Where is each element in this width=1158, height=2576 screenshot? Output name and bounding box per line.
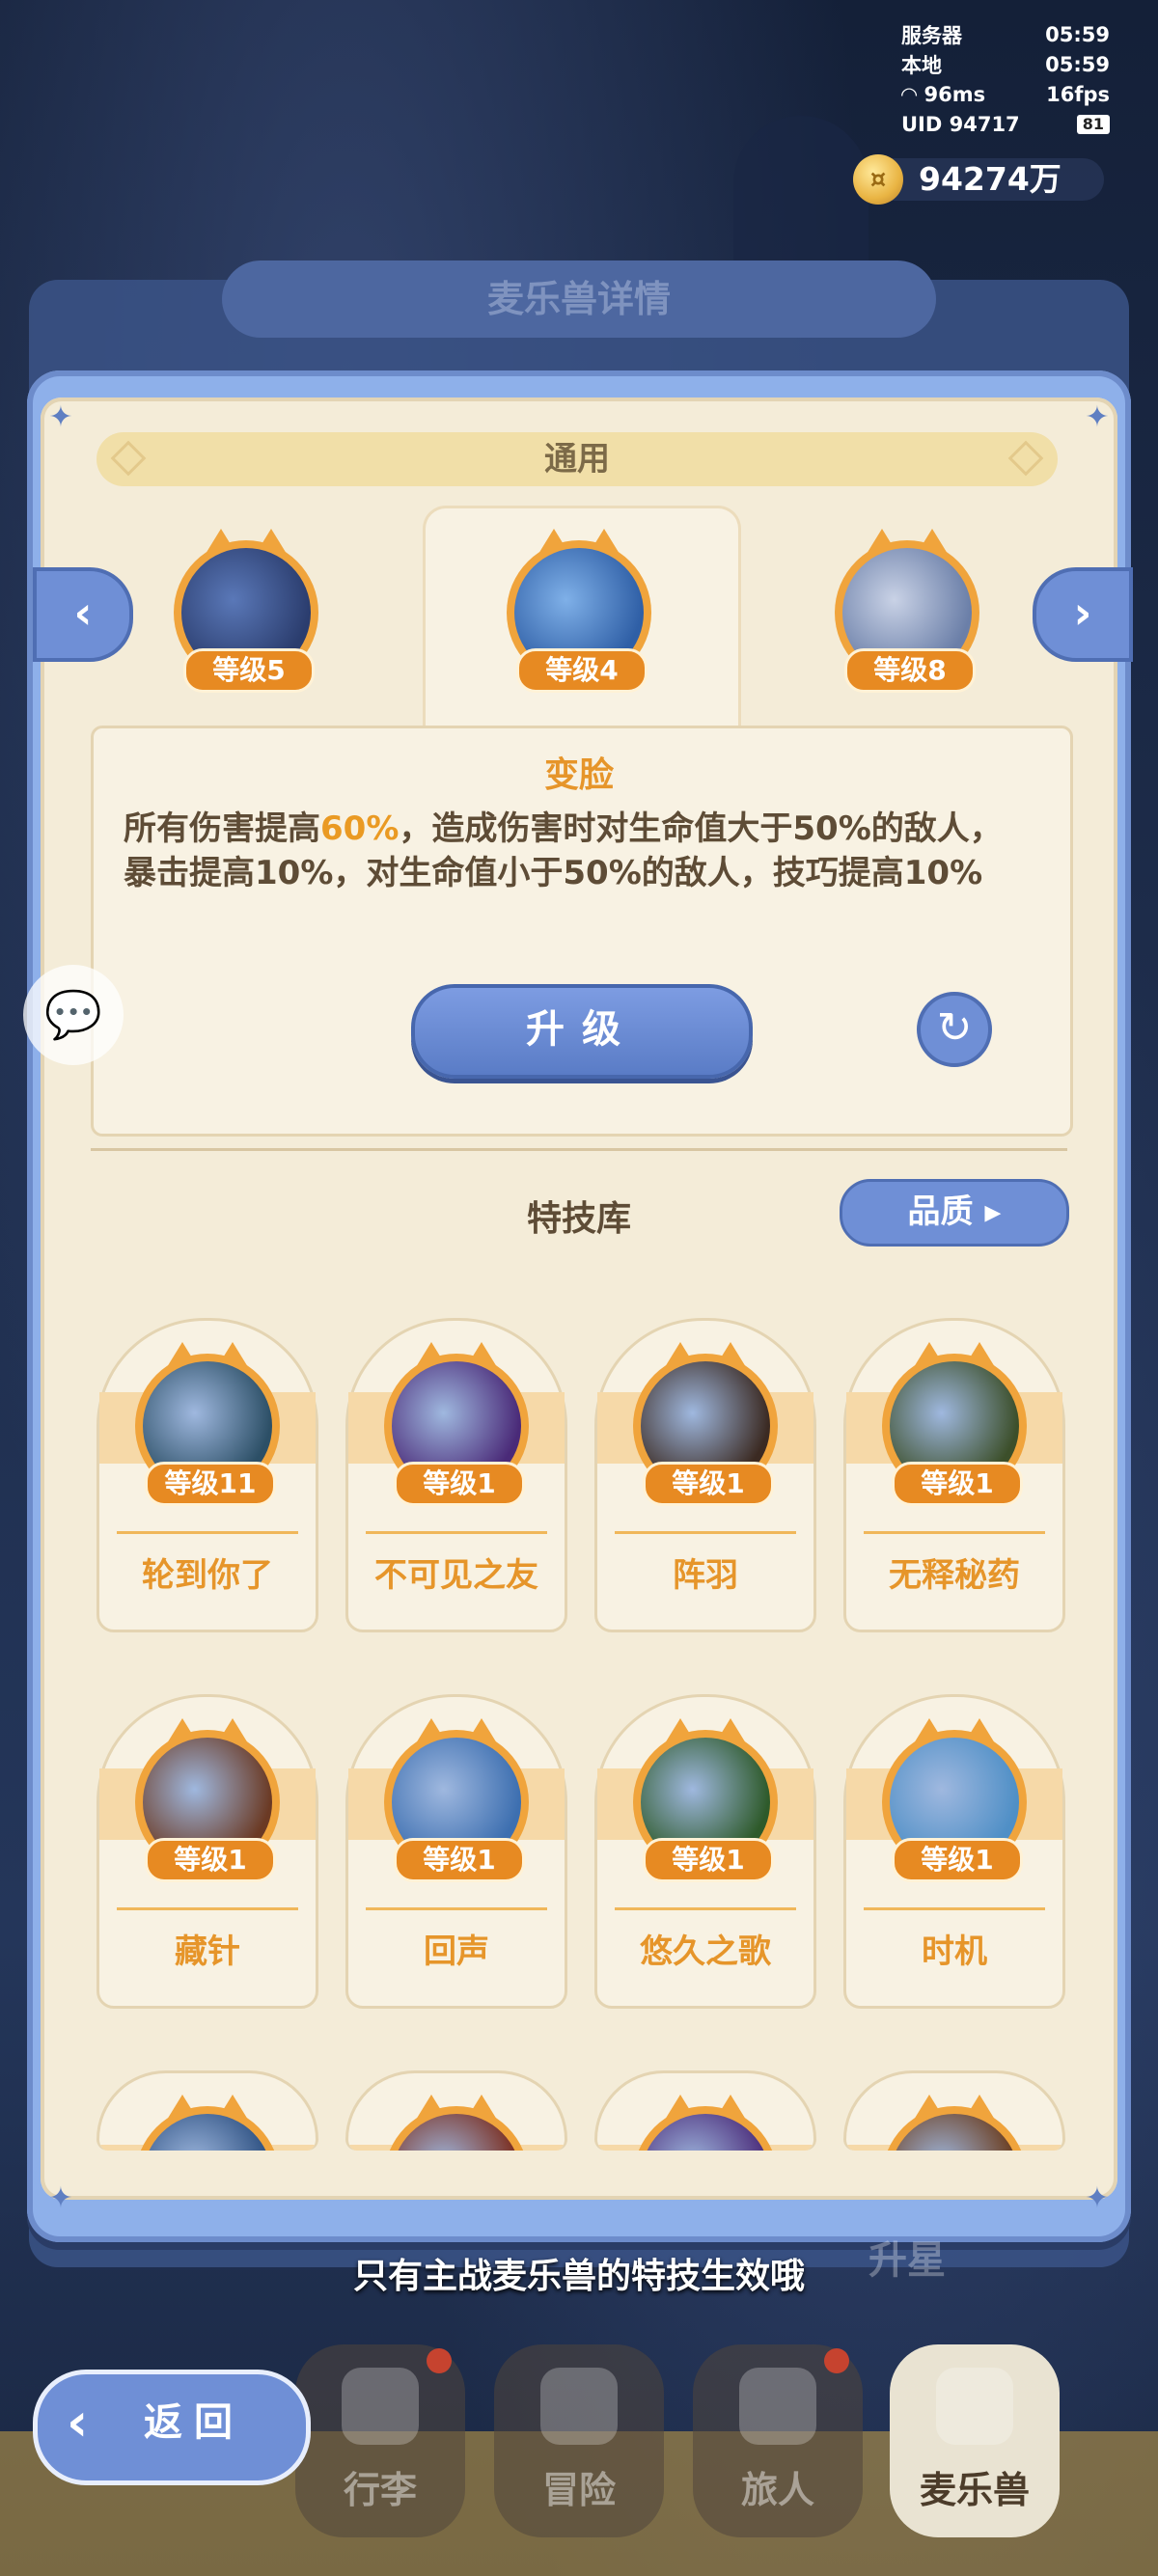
skill-card[interactable]	[96, 2070, 318, 2151]
quality-sort-button[interactable]: 品质 ▸	[840, 1179, 1069, 1247]
hint-text: 只有主战麦乐兽的特技生效哦	[352, 2257, 805, 2296]
diamond-icon	[110, 440, 147, 477]
skill-level-badge: 等级1	[394, 1462, 525, 1506]
corner-ornament-icon: ✦	[1085, 400, 1110, 434]
skill-card-name: 时机	[922, 1932, 987, 1971]
tab-label: 旅人	[740, 2469, 814, 2511]
notification-dot	[824, 2348, 849, 2373]
skill-portrait-icon	[641, 2114, 770, 2151]
corner-ornament-icon: ✦	[1085, 2181, 1110, 2215]
uid-label: UID 94717	[901, 112, 1020, 136]
tab-2[interactable]: 冒险	[494, 2344, 664, 2537]
tab-4[interactable]: 麦乐兽	[890, 2344, 1060, 2537]
pet-slot[interactable]: 等级5	[169, 529, 323, 693]
corner-ornament-icon: ✦	[48, 400, 73, 434]
pet-level-badge: 等级5	[183, 648, 315, 693]
skill-card[interactable]: 等级1 时机	[843, 1694, 1065, 2009]
back-arrow-icon: ‹	[67, 2392, 89, 2453]
skill-card[interactable]: 等级1 无释秘药	[843, 1318, 1065, 1632]
pet-slot[interactable]: 等级8	[830, 529, 984, 693]
battery-icon: 81	[1076, 114, 1110, 134]
upgrade-button[interactable]: 升级	[411, 984, 753, 1079]
tab-icon	[936, 2368, 1013, 2445]
skill-card[interactable]: 等级1 藏针	[96, 1694, 318, 2009]
chat-button[interactable]: 💬	[23, 965, 124, 1065]
server-label: 服务器	[901, 23, 962, 47]
skill-card[interactable]	[345, 2070, 567, 2151]
skill-portrait-icon	[143, 2114, 272, 2151]
skill-card-name: 不可见之友	[374, 1556, 538, 1595]
coin-icon: ¤	[853, 154, 903, 205]
back-button-label: 返回	[144, 2400, 244, 2445]
tab-icon	[739, 2368, 816, 2445]
skill-card-name: 回声	[424, 1932, 489, 1971]
notification-dot	[427, 2348, 452, 2373]
skill-level-badge: 等级1	[892, 1462, 1023, 1506]
tab-3[interactable]: 旅人	[693, 2344, 863, 2537]
tab-label: 冒险	[541, 2469, 616, 2511]
skill-card-name: 悠久之歌	[640, 1932, 771, 1971]
skill-level-badge: 等级11	[145, 1462, 276, 1506]
refresh-icon: ↻	[936, 1003, 973, 1053]
skill-portrait-icon	[890, 2114, 1019, 2151]
local-label: 本地	[901, 53, 942, 77]
tab-1[interactable]: 行李	[295, 2344, 465, 2537]
skill-card[interactable]	[843, 2070, 1065, 2151]
skill-level-badge: 等级1	[145, 1838, 276, 1882]
skill-card-name: 阵羽	[673, 1556, 738, 1595]
skill-card[interactable]	[594, 2070, 816, 2151]
skill-card[interactable]: 等级1 阵羽	[594, 1318, 816, 1632]
local-time: 05:59	[1045, 52, 1110, 76]
diamond-icon	[1007, 440, 1044, 477]
skill-level-badge: 等级1	[643, 1838, 774, 1882]
back-button[interactable]: ‹ 返回	[33, 2370, 311, 2485]
chevron-right-icon: ›	[1073, 587, 1092, 639]
chevron-left-icon: ‹	[73, 587, 93, 639]
tab-icon	[342, 2368, 419, 2445]
skill-description: 所有伤害提高60%，造成伤害时对生命值大于50%的敌人，暴击提高10%，对生命值…	[124, 809, 1003, 892]
panel-header-title: 通用	[544, 440, 610, 479]
pet-slot-selected[interactable]: 等级4	[502, 529, 656, 693]
panel-header: 通用	[96, 432, 1058, 486]
gold-counter[interactable]: ¤ 94274万	[853, 154, 1104, 205]
skill-portrait-icon	[392, 2114, 521, 2151]
fps-value: 16fps	[1046, 82, 1110, 106]
divider	[91, 1148, 1067, 1151]
corner-ornament-icon: ✦	[48, 2181, 73, 2215]
skill-level-badge: 等级1	[643, 1462, 774, 1506]
skill-name: 变脸	[543, 755, 614, 795]
pet-level-badge: 等级4	[516, 648, 648, 693]
skill-card[interactable]: 等级1 悠久之歌	[594, 1694, 816, 2009]
skill-card[interactable]: 等级1 不可见之友	[345, 1318, 567, 1632]
tab-icon	[540, 2368, 618, 2445]
skill-card-name: 无释秘药	[889, 1556, 1020, 1595]
skill-card[interactable]: 等级1 回声	[345, 1694, 567, 2009]
refresh-button[interactable]: ↻	[917, 992, 992, 1067]
skill-card-name: 藏针	[175, 1932, 240, 1971]
pet-level-badge: 等级8	[844, 648, 976, 693]
skill-level-badge: 等级1	[892, 1838, 1023, 1882]
skill-card-name: 轮到你了	[142, 1556, 273, 1595]
next-arrow-button[interactable]: ›	[1033, 567, 1133, 662]
server-time: 05:59	[1045, 22, 1110, 46]
ping-value: ◠ 96ms	[901, 82, 986, 106]
tab-label: 行李	[343, 2469, 417, 2511]
skill-level-badge: 等级1	[394, 1838, 525, 1882]
skill-card[interactable]: 等级11 轮到你了	[96, 1318, 318, 1632]
status-overlay: 服务器 05:59 本地 05:59 ◠ 96ms 16fps UID 94717 81	[901, 19, 1110, 139]
wifi-icon: ◠	[901, 82, 924, 106]
caret-right-icon: ▸	[984, 1192, 1002, 1231]
background-panel-title: 麦乐兽详情	[222, 260, 936, 338]
chat-icon: 💬	[44, 988, 102, 1042]
gold-value: 94274万	[919, 160, 1062, 198]
tab-label: 麦乐兽	[919, 2469, 1030, 2511]
prev-arrow-button[interactable]: ‹	[33, 567, 133, 662]
